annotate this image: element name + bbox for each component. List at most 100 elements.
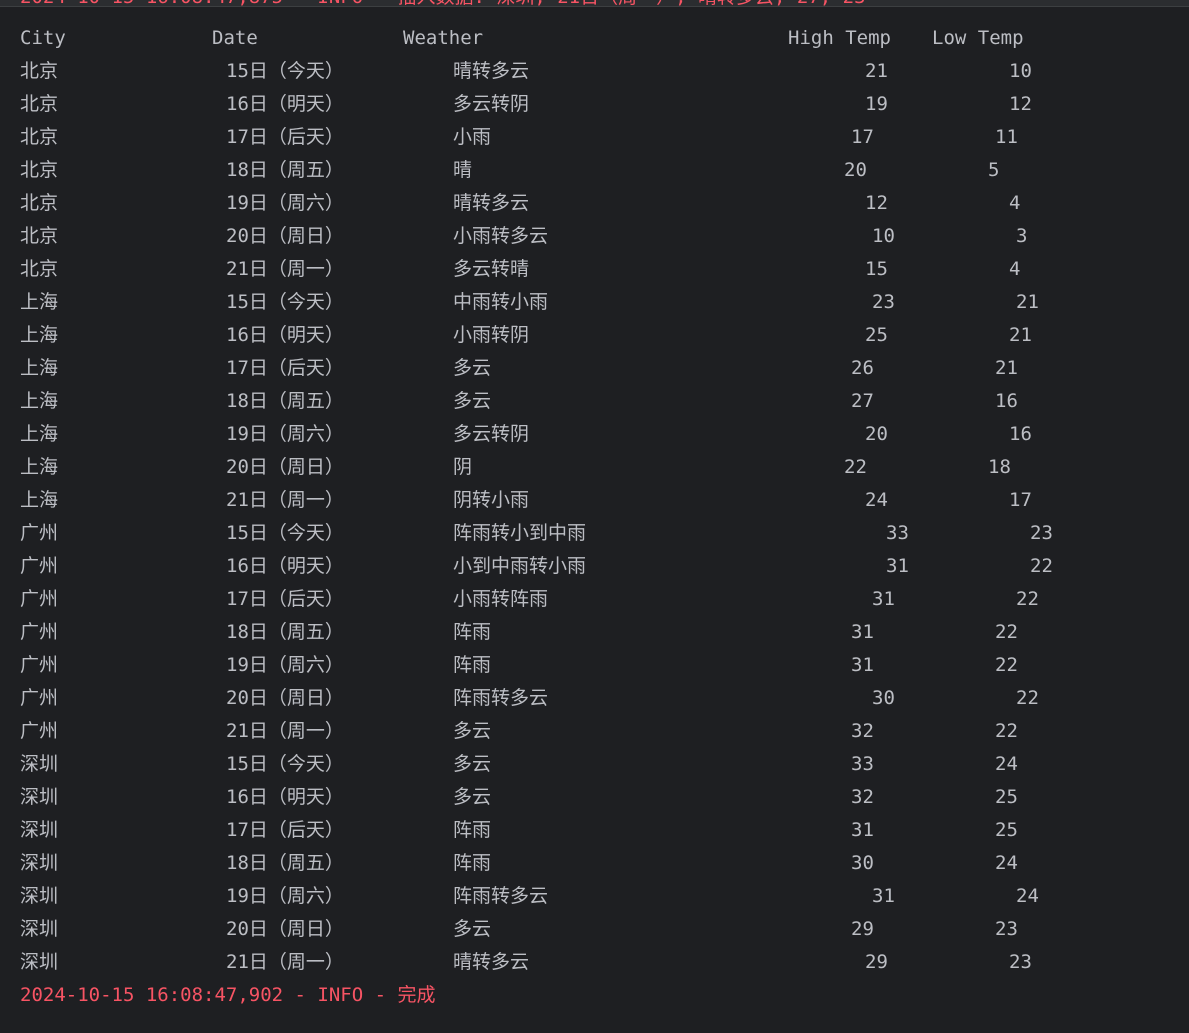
high-temp-cell: 29 [851, 918, 874, 940]
low-temp-cell: 16 [995, 390, 1018, 412]
low-temp-cell: 21 [1016, 291, 1039, 313]
table-row: 深圳 19日（周六） 阵雨转多云 31 24 [0, 880, 1189, 913]
weather-cell: 阵雨 [453, 852, 492, 874]
weather-cell: 阵雨 [453, 654, 492, 676]
weather-cell: 晴转多云 [453, 60, 530, 82]
low-temp-cell: 25 [995, 819, 1018, 841]
table-row: 广州 19日（周六） 阵雨 31 22 [0, 649, 1189, 682]
high-temp-cell: 24 [865, 489, 888, 511]
date-cell: 21日（周一） [226, 258, 344, 280]
high-temp-cell: 33 [886, 522, 909, 544]
date-cell: 15日（今天） [226, 60, 344, 82]
low-temp-cell: 24 [995, 852, 1018, 874]
high-temp-cell: 27 [851, 390, 874, 412]
city-cell: 深圳 [20, 753, 59, 775]
city-cell: 北京 [20, 60, 59, 82]
log-prefix: 2024-10-15 16:08:47,902 - INFO - [20, 984, 398, 1006]
weather-cell: 小雨转阵雨 [453, 588, 549, 610]
header-weather: Weather [403, 27, 484, 49]
date-cell: 18日（周五） [226, 390, 344, 412]
city-cell: 深圳 [20, 885, 59, 907]
low-temp-cell: 22 [1016, 588, 1039, 610]
weather-cell: 小雨 [453, 126, 492, 148]
date-cell: 19日（周六） [226, 885, 344, 907]
low-temp-cell: 22 [995, 621, 1018, 643]
date-cell: 19日（周六） [226, 654, 344, 676]
low-temp-cell: 10 [1009, 60, 1032, 82]
low-temp-cell: 4 [1009, 258, 1021, 280]
date-cell: 21日（周一） [226, 720, 344, 742]
high-temp-cell: 32 [851, 786, 874, 808]
city-cell: 深圳 [20, 786, 59, 808]
table-row: 北京 15日（今天） 晴转多云 21 10 [0, 55, 1189, 88]
low-temp-cell: 11 [995, 126, 1018, 148]
date-cell: 18日（周五） [226, 852, 344, 874]
city-cell: 北京 [20, 258, 59, 280]
high-temp-cell: 17 [851, 126, 874, 148]
high-temp-cell: 19 [865, 93, 888, 115]
city-cell: 上海 [20, 357, 59, 379]
low-temp-cell: 21 [1009, 324, 1032, 346]
date-cell: 15日（今天） [226, 522, 344, 544]
low-temp-cell: 12 [1009, 93, 1032, 115]
weather-cell: 多云转阴 [453, 423, 530, 445]
date-cell: 21日（周一） [226, 951, 344, 973]
city-cell: 北京 [20, 93, 59, 115]
high-temp-cell: 31 [851, 819, 874, 841]
date-cell: 17日（后天） [226, 819, 344, 841]
high-temp-cell: 20 [844, 159, 867, 181]
low-temp-cell: 24 [995, 753, 1018, 775]
low-temp-cell: 23 [1009, 951, 1032, 973]
table-header: City Date Weather High Temp Low Temp [0, 22, 1189, 55]
high-temp-cell: 31 [851, 654, 874, 676]
date-cell: 21日（周一） [226, 489, 344, 511]
weather-cell: 多云 [453, 390, 492, 412]
weather-cell: 阴转小雨 [453, 489, 530, 511]
weather-cell: 晴转多云 [453, 192, 530, 214]
city-cell: 上海 [20, 390, 59, 412]
high-temp-cell: 15 [865, 258, 888, 280]
table-row: 广州 15日（今天） 阵雨转小到中雨 33 23 [0, 517, 1189, 550]
log-message: 完成 [397, 984, 436, 1006]
low-temp-cell: 4 [1009, 192, 1021, 214]
city-cell: 上海 [20, 423, 59, 445]
city-cell: 深圳 [20, 951, 59, 973]
weather-cell: 多云 [453, 786, 492, 808]
high-temp-cell: 29 [865, 951, 888, 973]
date-cell: 19日（周六） [226, 423, 344, 445]
city-cell: 上海 [20, 324, 59, 346]
table-row: 北京 20日（周日） 小雨转多云 10 3 [0, 220, 1189, 253]
high-temp-cell: 10 [872, 225, 895, 247]
low-temp-cell: 22 [995, 654, 1018, 676]
table-row: 上海 15日（今天） 中雨转小雨 23 21 [0, 286, 1189, 319]
table-row: 深圳 16日（明天） 多云 32 25 [0, 781, 1189, 814]
weather-cell: 阵雨 [453, 621, 492, 643]
weather-cell: 小雨转多云 [453, 225, 549, 247]
city-cell: 广州 [20, 522, 59, 544]
low-temp-cell: 16 [1009, 423, 1032, 445]
weather-cell: 小到中雨转小雨 [453, 555, 587, 577]
high-temp-cell: 31 [872, 588, 895, 610]
high-temp-cell: 31 [886, 555, 909, 577]
date-cell: 15日（今天） [226, 291, 344, 313]
header-high-temp: High Temp [788, 27, 891, 49]
table-row: 上海 19日（周六） 多云转阴 20 16 [0, 418, 1189, 451]
city-cell: 广州 [20, 654, 59, 676]
table-row: 深圳 18日（周五） 阵雨 30 24 [0, 847, 1189, 880]
low-temp-cell: 5 [988, 159, 1000, 181]
weather-cell: 中雨转小雨 [453, 291, 549, 313]
date-cell: 20日（周日） [226, 225, 344, 247]
table-row: 广州 18日（周五） 阵雨 31 22 [0, 616, 1189, 649]
table-row: 上海 20日（周日） 阴 22 18 [0, 451, 1189, 484]
city-cell: 广州 [20, 720, 59, 742]
table-row: 北京 19日（周六） 晴转多云 12 4 [0, 187, 1189, 220]
weather-cell: 多云转阴 [453, 93, 530, 115]
low-temp-cell: 22 [1016, 687, 1039, 709]
date-cell: 18日（周五） [226, 621, 344, 643]
low-temp-cell: 25 [995, 786, 1018, 808]
city-cell: 北京 [20, 225, 59, 247]
weather-cell: 阵雨转多云 [453, 687, 549, 709]
city-cell: 上海 [20, 456, 59, 478]
weather-cell: 阵雨 [453, 819, 492, 841]
date-cell: 16日（明天） [226, 555, 344, 577]
